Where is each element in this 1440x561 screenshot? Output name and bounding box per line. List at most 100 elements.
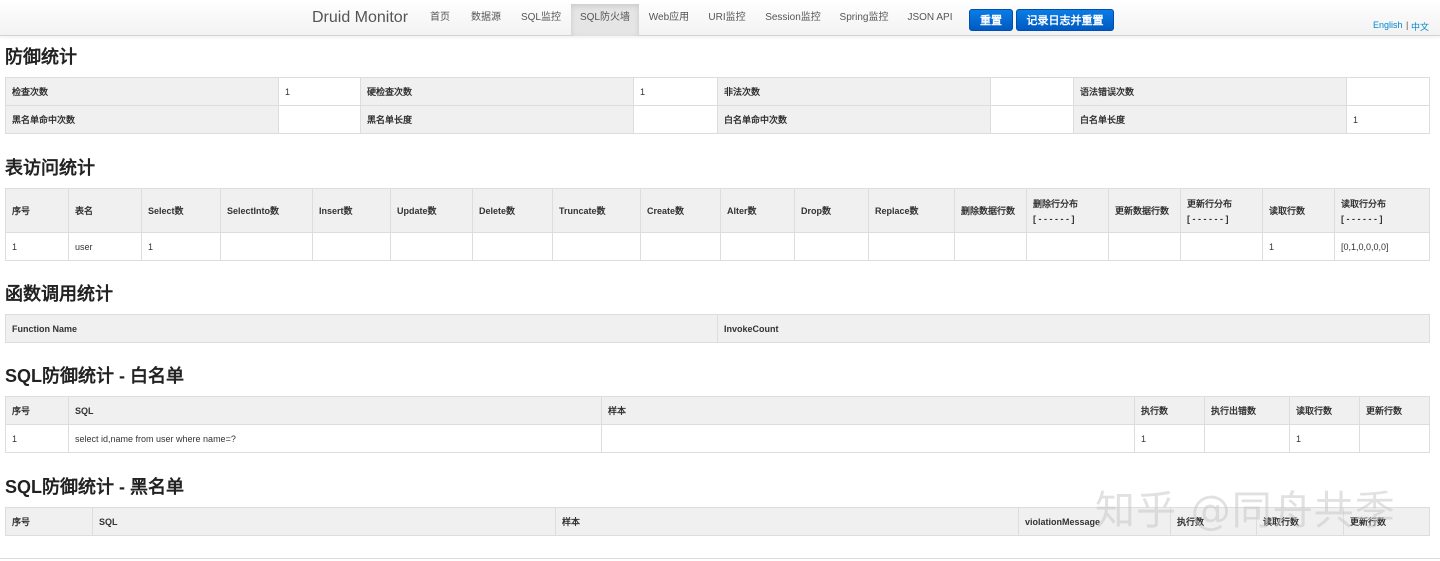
col-deleted-rows: 删除数据行数 bbox=[954, 188, 1027, 233]
cell bbox=[1108, 232, 1181, 261]
syntax-error-count-value bbox=[1346, 77, 1430, 106]
col-updated-rows: 更新数据行数 bbox=[1108, 188, 1181, 233]
col-delete-dist-label: 删除行分布 bbox=[1033, 199, 1079, 209]
col-invoke-count: InvokeCount bbox=[717, 314, 1430, 343]
defense-stats-table: 检查次数 1 硬检查次数 1 非法次数 语法错误次数 黑名单命中次数 黑名单长度… bbox=[5, 77, 1430, 134]
whitelist-length-label: 白名单长度 bbox=[1073, 105, 1347, 134]
cell: user bbox=[68, 232, 142, 261]
nav-json-api[interactable]: JSON API bbox=[902, 4, 958, 36]
whitelist-header-row: 序号 SQL 样本 执行数 执行出错数 读取行数 更新行数 bbox=[5, 396, 1430, 425]
reset-button[interactable]: 重置 bbox=[969, 9, 1013, 31]
cell bbox=[220, 232, 313, 261]
whitelist-hit-value bbox=[990, 105, 1074, 134]
col-read-dist[interactable]: 读取行分布 [ - - - - - - ] bbox=[1334, 188, 1430, 233]
syntax-error-count-label: 语法错误次数 bbox=[1073, 77, 1347, 106]
col-function-name: Function Name bbox=[5, 314, 718, 343]
col-sample: 样本 bbox=[555, 507, 1019, 536]
blacklist-hit-value bbox=[278, 105, 361, 134]
blacklist-length-value bbox=[633, 105, 718, 134]
cell bbox=[1204, 424, 1290, 453]
cell: 1 bbox=[1289, 424, 1360, 453]
defense-row: 黑名单命中次数 黑名单长度 白名单命中次数 白名单长度 1 bbox=[5, 105, 1430, 134]
update-dist-sub: [ - - - - - - ] bbox=[1187, 214, 1229, 224]
whitelist-table: 序号 SQL 样本 执行数 执行出错数 读取行数 更新行数 1 select i… bbox=[5, 396, 1430, 453]
cell bbox=[1180, 232, 1263, 261]
nav-datasource[interactable]: 数据源 bbox=[464, 4, 508, 36]
cell: 1 bbox=[5, 232, 69, 261]
cell: [0,1,0,0,0,0] bbox=[1334, 232, 1430, 261]
col-insert: Insert数 bbox=[312, 188, 391, 233]
col-update-dist[interactable]: 更新行分布 [ - - - - - - ] bbox=[1180, 188, 1263, 233]
col-update-dist-label: 更新行分布 bbox=[1187, 199, 1233, 209]
lang-chinese-link[interactable]: 中文 bbox=[1411, 20, 1429, 33]
col-update: Update数 bbox=[390, 188, 473, 233]
col-select: Select数 bbox=[141, 188, 221, 233]
table-access-table: 序号 表名 Select数 SelectInto数 Insert数 Update… bbox=[5, 188, 1430, 261]
lang-english-link[interactable]: English bbox=[1373, 20, 1403, 30]
col-exec-error-count: 执行出错数 bbox=[1204, 396, 1290, 425]
delete-dist-sub: [ - - - - - - ] bbox=[1033, 214, 1075, 224]
nav-sql-monitor[interactable]: SQL监控 bbox=[514, 4, 568, 36]
table-row: 1 select id,name from user where name=? … bbox=[5, 424, 1430, 453]
col-update-rows: 更新行数 bbox=[1359, 396, 1430, 425]
col-read-dist-label: 读取行分布 bbox=[1341, 199, 1387, 209]
cell bbox=[390, 232, 473, 261]
col-exec-count: 执行数 bbox=[1134, 396, 1205, 425]
col-table-name: 表名 bbox=[68, 188, 142, 233]
function-header-row: Function Name InvokeCount bbox=[5, 314, 1430, 343]
col-delete: Delete数 bbox=[472, 188, 553, 233]
cell bbox=[640, 232, 721, 261]
cell bbox=[1359, 424, 1430, 453]
defense-stats-title: 防御统计 bbox=[5, 47, 77, 67]
read-dist-sub: [ - - - - - - ] bbox=[1341, 214, 1383, 224]
col-sql: SQL bbox=[92, 507, 556, 536]
col-read-rows: 读取行数 bbox=[1262, 188, 1335, 233]
col-sample: 样本 bbox=[601, 396, 1135, 425]
cell bbox=[472, 232, 553, 261]
illegal-count-label: 非法次数 bbox=[717, 77, 991, 106]
whitelist-hit-label: 白名单命中次数 bbox=[717, 105, 991, 134]
col-delete-dist[interactable]: 删除行分布 [ - - - - - - ] bbox=[1026, 188, 1109, 233]
lang-separator: | bbox=[1406, 20, 1409, 30]
cell bbox=[601, 424, 1135, 453]
cell: 1 bbox=[1134, 424, 1205, 453]
blacklist-title: SQL防御统计 - 黑名单 bbox=[5, 477, 184, 497]
cell bbox=[312, 232, 391, 261]
nav-home[interactable]: 首页 bbox=[422, 4, 458, 36]
col-index: 序号 bbox=[5, 396, 69, 425]
navbar: Druid Monitor 首页 数据源 SQL监控 SQL防火墙 Web应用 … bbox=[0, 0, 1440, 36]
whitelist-title: SQL防御统计 - 白名单 bbox=[5, 366, 184, 386]
function-stats-title: 函数调用统计 bbox=[5, 284, 113, 304]
blacklist-hit-label: 黑名单命中次数 bbox=[5, 105, 279, 134]
col-index: 序号 bbox=[5, 188, 69, 233]
col-select-into: SelectInto数 bbox=[220, 188, 313, 233]
cell: 1 bbox=[141, 232, 221, 261]
brand-title[interactable]: Druid Monitor bbox=[312, 9, 408, 27]
defense-row: 检查次数 1 硬检查次数 1 非法次数 语法错误次数 bbox=[5, 77, 1430, 106]
cell: 1 bbox=[1262, 232, 1335, 261]
col-drop: Drop数 bbox=[794, 188, 869, 233]
col-read-rows: 读取行数 bbox=[1289, 396, 1360, 425]
col-replace: Replace数 bbox=[868, 188, 955, 233]
nav-web-app[interactable]: Web应用 bbox=[643, 4, 695, 36]
table-access-title: 表访问统计 bbox=[5, 158, 95, 178]
illegal-count-value bbox=[990, 77, 1074, 106]
cell: 1 bbox=[5, 424, 69, 453]
nav-sql-firewall[interactable]: SQL防火墙 bbox=[571, 4, 639, 36]
cell bbox=[794, 232, 869, 261]
table-access-header-row: 序号 表名 Select数 SelectInto数 Insert数 Update… bbox=[5, 188, 1430, 233]
nav-spring-monitor[interactable]: Spring监控 bbox=[834, 4, 894, 36]
check-count-label: 检查次数 bbox=[5, 77, 279, 106]
sql-text: select id,name from user where name=? bbox=[68, 424, 602, 453]
col-truncate: Truncate数 bbox=[552, 188, 641, 233]
nav-session-monitor[interactable]: Session监控 bbox=[760, 4, 826, 36]
log-and-reset-button[interactable]: 记录日志并重置 bbox=[1016, 9, 1114, 31]
hard-check-count-label: 硬检查次数 bbox=[360, 77, 634, 106]
whitelist-length-value: 1 bbox=[1346, 105, 1430, 134]
cell bbox=[720, 232, 795, 261]
blacklist-length-label: 黑名单长度 bbox=[360, 105, 634, 134]
cell bbox=[868, 232, 955, 261]
cell bbox=[552, 232, 641, 261]
cell bbox=[954, 232, 1027, 261]
nav-uri-monitor[interactable]: URI监控 bbox=[702, 4, 752, 36]
